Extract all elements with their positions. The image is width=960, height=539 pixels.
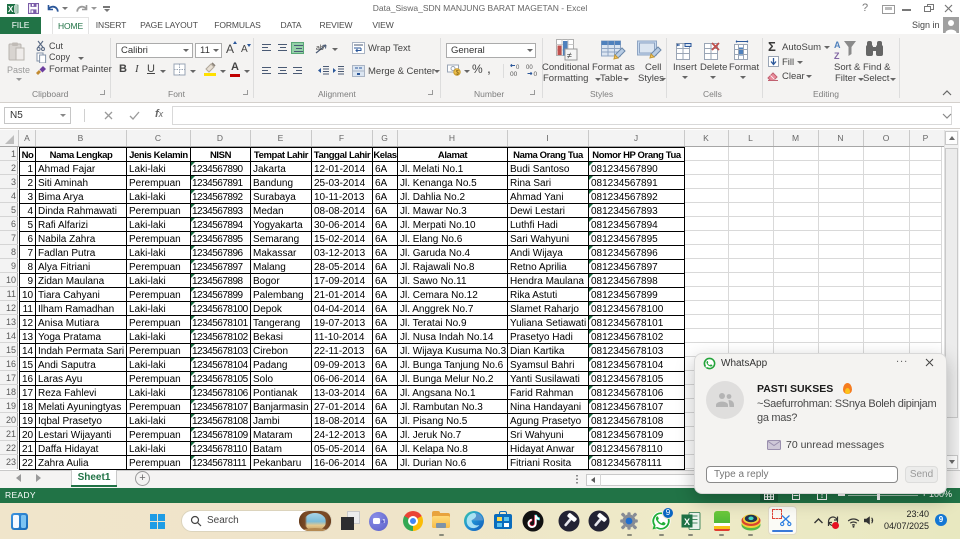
- svg-text:0: 0: [534, 71, 538, 77]
- svg-text:ab: ab: [316, 45, 324, 52]
- svg-text:≠: ≠: [567, 51, 572, 61]
- svg-text:00: 00: [510, 71, 518, 77]
- svg-text:Z: Z: [834, 51, 840, 60]
- svg-text:X: X: [684, 517, 690, 527]
- svg-text:A: A: [834, 40, 841, 50]
- svg-text:00: 00: [526, 65, 533, 71]
